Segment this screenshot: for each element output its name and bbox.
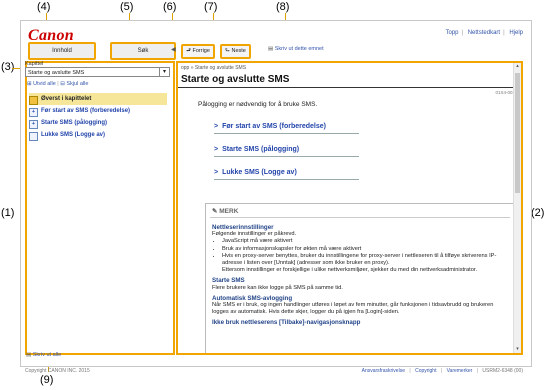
- callout-3: (3): [1, 61, 15, 73]
- tree-item-label: Lukke SMS (Logge av): [41, 132, 106, 138]
- callout-6: (6): [163, 1, 177, 13]
- note-text: Flere brukere kan ikke logge på SMS på s…: [212, 284, 343, 291]
- page-title: Starte og avslutte SMS: [181, 74, 290, 85]
- prev-button[interactable]: ⮐ Forrige: [181, 44, 215, 59]
- top-links: Topp | Nettstedkart | Hjelp: [445, 30, 523, 36]
- link-sitemap[interactable]: Nettstedkart: [468, 30, 500, 36]
- callout-5: (5): [120, 1, 134, 13]
- prev-icon: ⮐: [186, 48, 191, 54]
- print-all-link[interactable]: ▤ Skriv ut alle: [26, 352, 61, 358]
- note-section-title: Automatisk SMS-avlogging: [212, 294, 293, 302]
- link-label: Lukke SMS (Logge av): [222, 169, 297, 176]
- link-login[interactable]: > Starte SMS (pålogging): [214, 146, 359, 157]
- collapse-pane-icon[interactable]: ◀: [171, 46, 176, 53]
- note-list-item: Hvis en proxy-server benyttes, bruker du…: [222, 253, 508, 267]
- prev-label: Forrige: [192, 48, 210, 54]
- footer-links: Ansvarsfraskrivelse | Copyright | Vareme…: [361, 368, 523, 374]
- chevron-right-icon: >: [214, 169, 219, 176]
- link-disclaimer[interactable]: Ansvarsfraskrivelse: [362, 368, 405, 374]
- scroll-up-icon[interactable]: ▴: [514, 63, 521, 70]
- note-section-title: Ikke bruk nettleserens [Tilbake]-navigas…: [212, 319, 361, 327]
- tree-item-label: Før start av SMS (forberedelse): [41, 108, 131, 114]
- title-divider: [178, 87, 521, 88]
- tab-contents[interactable]: Innhold: [28, 42, 96, 60]
- content-scrollbar[interactable]: ▴ ▾: [513, 63, 521, 353]
- print-topic-label: Skriv ut dette emnet: [274, 46, 324, 52]
- next-label: Neste: [231, 48, 246, 54]
- print-all-label: Skriv ut alle: [32, 352, 62, 358]
- chevron-down-icon: ▾: [159, 68, 169, 76]
- chapter-select[interactable]: Starte og avslutte SMS ▾: [25, 67, 170, 77]
- expand-icon: +: [29, 108, 38, 117]
- help-page: Canon Topp | Nettstedkart | Hjelp Innhold …: [20, 20, 532, 374]
- next-button[interactable]: ⮑ Neste: [220, 44, 251, 59]
- manual-code: USRM2-6348 (00): [482, 368, 523, 374]
- link-help[interactable]: Hjelp: [509, 30, 523, 36]
- tree-toggle: ⊞ Utvid alle | ⊟ Skjul alle: [27, 81, 89, 87]
- print-icon: ▤: [26, 352, 32, 358]
- chevron-right-icon: >: [214, 146, 219, 153]
- note-heading-label: MERK: [219, 208, 239, 215]
- note-text: Ettersom innstillinger er forskjellige i…: [222, 267, 478, 274]
- tree-item-label: Øverst i kapittelet: [41, 96, 92, 102]
- breadcrumb[interactable]: opp » Starte og avslutte SMS: [181, 65, 246, 71]
- tree-item-login[interactable]: + Starte SMS (pålogging): [29, 117, 167, 129]
- note-divider: [210, 217, 510, 218]
- tab-search[interactable]: Søk: [110, 42, 176, 60]
- copyright: Copyright CANON INC. 2015: [25, 368, 90, 374]
- callout-7: (7): [204, 1, 218, 13]
- expand-icon: +: [29, 120, 38, 129]
- collapse-all-link[interactable]: Skjul alle: [66, 81, 88, 87]
- scroll-down-icon[interactable]: ▾: [514, 346, 521, 353]
- link-label: Før start av SMS (forberedelse): [222, 123, 326, 130]
- link-trademarks[interactable]: Varemerker: [447, 368, 473, 374]
- tree-item-label: Starte SMS (pålogging): [41, 120, 107, 126]
- note-heading: ✎ MERK: [212, 207, 238, 215]
- intro-text: Pålogging er nødvendig for å bruke SMS.: [198, 101, 318, 108]
- scroll-thumb[interactable]: [515, 73, 520, 193]
- pencil-icon: ✎: [212, 208, 218, 215]
- note-section-title: Starte SMS: [212, 277, 245, 285]
- callout-4: (4): [37, 1, 51, 13]
- callout-8: (8): [276, 1, 290, 13]
- chevron-right-icon: >: [214, 123, 219, 130]
- note-box: ✎ MERK Nettleserinnstillinger Følgende i…: [205, 203, 517, 353]
- note-list-item: JavaScript må være aktivert: [222, 238, 508, 245]
- callout-9: (9): [40, 374, 54, 386]
- note-text: Når SMS er i bruk, og ingen handlinger u…: [212, 302, 494, 316]
- link-top[interactable]: Topp: [445, 30, 458, 36]
- link-copyright[interactable]: Copyright: [415, 368, 436, 374]
- note-list: JavaScript må være aktivert Bruk av info…: [212, 238, 508, 267]
- note-list-item: Bruk av informasjonskapsler for økten må…: [222, 246, 508, 253]
- note-body: Nettleserinnstillinger Følgende innstill…: [212, 221, 508, 327]
- content-pane: opp » Starte og avslutte SMS Starte og a…: [176, 61, 523, 355]
- print-icon: ▤: [268, 46, 274, 52]
- chapter-select-value: Starte og avslutte SMS: [28, 70, 85, 76]
- tree-item-prepare[interactable]: + Før start av SMS (forberedelse): [29, 105, 167, 117]
- expand-all-link[interactable]: Utvid alle: [33, 81, 56, 87]
- print-topic-link[interactable]: ▤ Skriv ut dette emnet: [268, 44, 324, 55]
- link-prepare[interactable]: > Før start av SMS (forberedelse): [214, 123, 359, 134]
- next-icon: ⮑: [225, 48, 230, 54]
- book-icon: [29, 96, 38, 105]
- topic-tree: Øverst i kapittelet + Før start av SMS (…: [29, 93, 167, 141]
- link-logout[interactable]: > Lukke SMS (Logge av): [214, 169, 359, 180]
- tree-item-chapter-top[interactable]: Øverst i kapittelet: [29, 93, 167, 105]
- link-label: Starte SMS (pålogging): [222, 146, 300, 153]
- callout-1: (1): [1, 207, 15, 219]
- callout-2: (2): [531, 207, 545, 219]
- tree-item-logout[interactable]: Lukke SMS (Logge av): [29, 129, 167, 141]
- page-icon: [29, 132, 38, 141]
- expand-icon: ⊞: [27, 81, 32, 87]
- collapse-icon: ⊟: [60, 81, 65, 87]
